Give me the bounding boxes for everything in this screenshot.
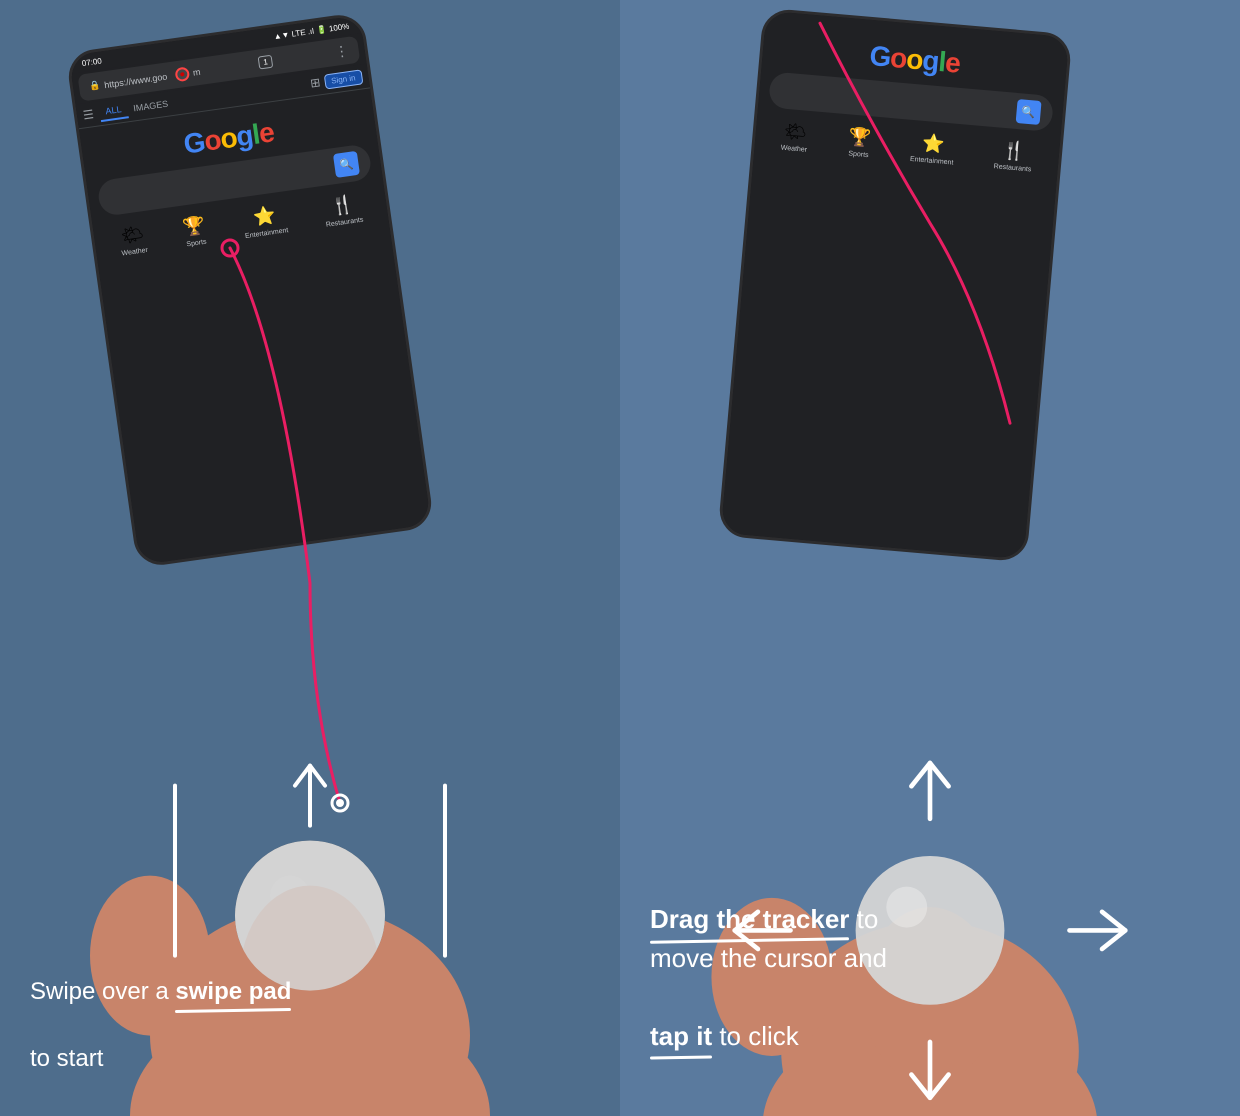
sports-label-left: Sports bbox=[186, 239, 207, 249]
cursor-indicator bbox=[174, 66, 190, 82]
quick-link-weather-right[interactable]: 🌤 Weather bbox=[780, 121, 809, 154]
entertainment-icon-left: ⭐ bbox=[252, 205, 277, 229]
left-panel-text: Swipe over a swipe pad to start bbox=[0, 975, 620, 1076]
tab-images[interactable]: IMAGES bbox=[126, 95, 175, 117]
right-panel: Google 🔍 🌤 Weather 🏆 Sports ⭐ bbox=[620, 0, 1240, 1116]
lock-icon: 🔒 bbox=[88, 80, 101, 92]
weather-icon-left: 🌤 bbox=[120, 223, 146, 247]
tap-it-bold-text: tap it bbox=[650, 1017, 712, 1056]
google-logo-left: Google bbox=[182, 116, 276, 160]
phone-screen-left: 07:00 ▲▼ LTE .ıl 🔋 100% 🔒 https://www.go… bbox=[69, 15, 432, 565]
sports-label-right: Sports bbox=[848, 150, 869, 159]
phone-right: Google 🔍 🌤 Weather 🏆 Sports ⭐ bbox=[717, 7, 1072, 562]
hamburger-icon[interactable]: ☰ bbox=[82, 107, 95, 122]
battery-icon: 🔋 100% bbox=[316, 21, 350, 34]
weather-icon-right: 🌤 bbox=[783, 121, 808, 144]
quick-link-entertainment-right[interactable]: ⭐ Entertainment bbox=[910, 132, 956, 167]
restaurants-label-right: Restaurants bbox=[993, 163, 1031, 173]
entertainment-icon-right: ⭐ bbox=[921, 133, 945, 156]
url-text: https://www.goo bbox=[104, 71, 168, 90]
grid-icon[interactable]: ⊞ bbox=[309, 75, 321, 90]
phone-screen-right: Google 🔍 🌤 Weather 🏆 Sports ⭐ bbox=[721, 11, 1070, 560]
weather-label-left: Weather bbox=[121, 247, 148, 258]
restaurants-icon-right: 🍴 bbox=[1002, 140, 1026, 163]
entertainment-label-left: Entertainment bbox=[245, 227, 289, 240]
to-click-text: to click bbox=[712, 1021, 799, 1051]
restaurants-label-left: Restaurants bbox=[325, 217, 363, 229]
entertainment-label-right: Entertainment bbox=[910, 156, 954, 167]
more-options-icon[interactable]: ⋮ bbox=[334, 42, 350, 61]
sign-in-button[interactable]: Sign in bbox=[323, 69, 363, 89]
phone-left: 07:00 ▲▼ LTE .ıl 🔋 100% 🔒 https://www.go… bbox=[65, 12, 434, 569]
quick-link-restaurants-left[interactable]: 🍴 Restaurants bbox=[322, 193, 364, 229]
sports-icon-left: 🏆 bbox=[182, 215, 207, 239]
weather-label-right: Weather bbox=[780, 145, 807, 154]
sports-icon-right: 🏆 bbox=[848, 126, 872, 149]
quick-link-entertainment-left[interactable]: ⭐ Entertainment bbox=[241, 203, 288, 240]
url-suffix: m bbox=[192, 66, 201, 77]
tab-count-badge: 1 bbox=[258, 55, 274, 70]
drag-text-to: to bbox=[849, 904, 878, 934]
swipe-pad-bold-text: swipe pad bbox=[175, 975, 291, 1009]
drag-tracker-bold-text: Drag the tracker bbox=[650, 900, 849, 939]
move-cursor-text: move the cursor and bbox=[650, 943, 887, 973]
right-panel-text: Drag the tracker to move the cursor and … bbox=[620, 900, 1240, 1056]
swipe-text-suffix: to start bbox=[30, 1045, 103, 1072]
tab-all[interactable]: ALL bbox=[98, 100, 128, 122]
status-time: 07:00 bbox=[81, 56, 102, 68]
swipe-text-prefix: Swipe over a bbox=[30, 978, 175, 1005]
search-button-left[interactable]: 🔍 bbox=[333, 151, 360, 178]
quick-link-sports-left[interactable]: 🏆 Sports bbox=[182, 215, 209, 249]
google-logo-right: Google bbox=[868, 40, 961, 80]
search-button-right[interactable]: 🔍 bbox=[1016, 99, 1042, 125]
left-panel: 07:00 ▲▼ LTE .ıl 🔋 100% 🔒 https://www.go… bbox=[0, 0, 620, 1116]
quick-link-sports-right[interactable]: 🏆 Sports bbox=[847, 126, 872, 159]
signal-icon: ▲▼ LTE .ıl bbox=[273, 26, 314, 41]
quick-link-restaurants-right[interactable]: 🍴 Restaurants bbox=[993, 139, 1033, 173]
quick-link-weather-left[interactable]: 🌤 Weather bbox=[118, 223, 148, 257]
restaurants-icon-left: 🍴 bbox=[330, 194, 355, 218]
